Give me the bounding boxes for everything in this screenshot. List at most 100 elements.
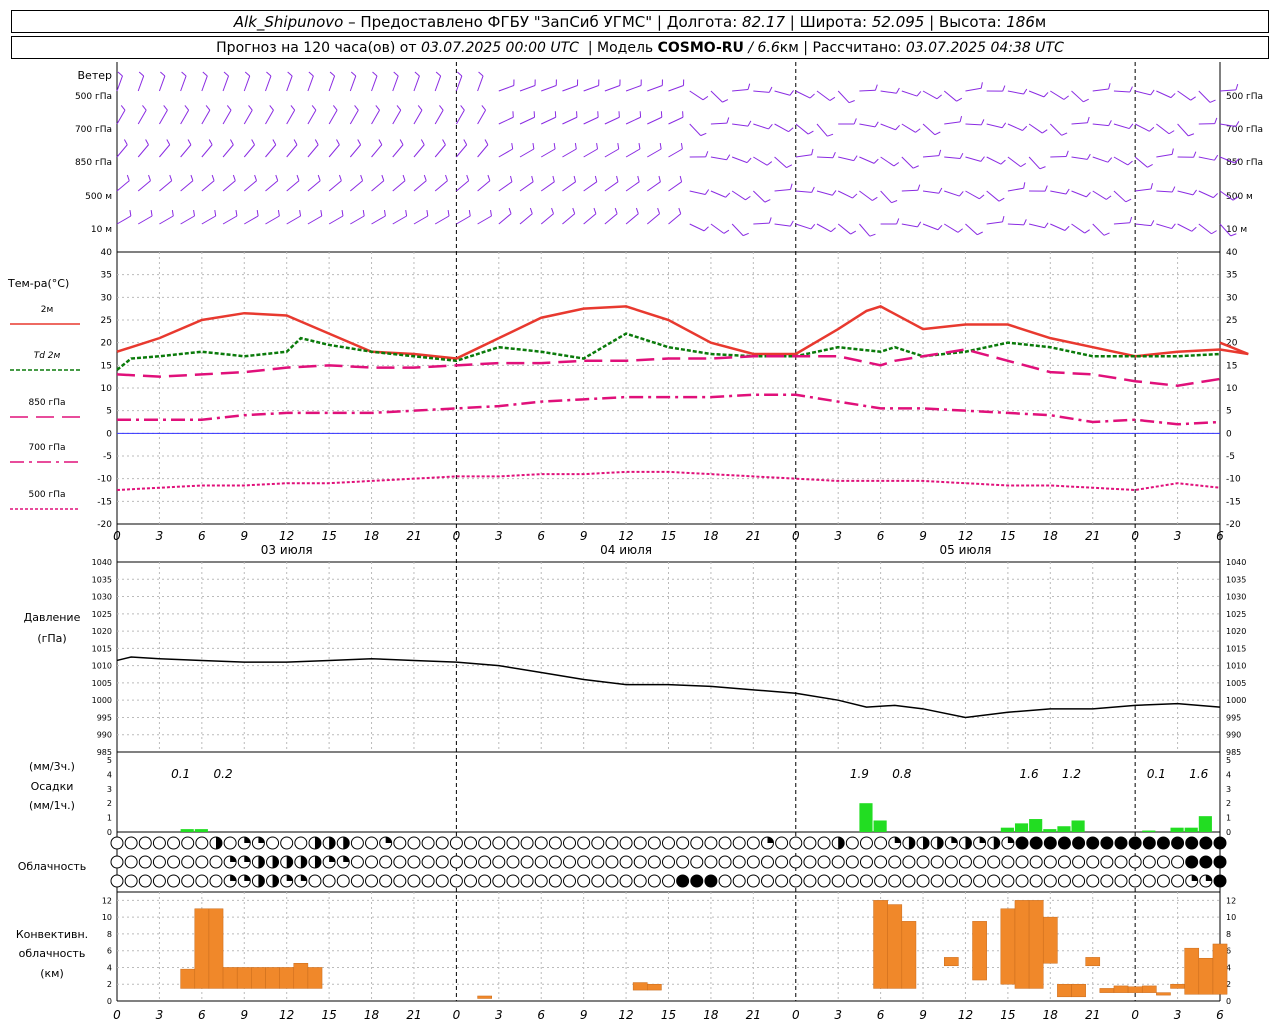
wind-barb [519,148,535,158]
cloud-cover-quarter [286,875,293,881]
wind-barb-flag [1171,148,1174,155]
wind-barb-flag [980,82,983,89]
wind-barb [1177,223,1193,232]
cloud-cover-circle [958,874,972,888]
cloud-cover-circle [534,855,548,869]
wind-barb-flag [572,207,576,214]
wind-barb [986,123,1003,129]
cloud-cover-circle [647,836,661,850]
cloud-cover-circle [124,874,138,888]
cloud-cover-circle [1015,874,1029,888]
wind-barb-flag [226,105,232,111]
wind-barb [1050,90,1065,100]
cloud-cover-circle [506,855,520,869]
precip-bar [1029,819,1043,832]
wind-barb [774,90,791,96]
conv-cloud-bar [887,904,903,989]
cloud-cover-half [215,837,222,849]
wind-barb [498,116,514,125]
wind-barb [965,123,982,126]
cloud-cover-circle [110,855,124,869]
conv-tick-right: 10 [1226,913,1236,922]
wind-barb-flag [439,105,444,111]
cloud-cover-circle [944,855,958,869]
wind-barb-flag [277,209,280,217]
wind-barb [137,109,147,125]
wind-barb [943,223,959,233]
wind-barb [434,109,444,125]
wind-barb-flag [145,139,149,145]
wind-barb [265,75,272,92]
cloud-cover-circle [859,836,873,850]
wind-barb [922,90,938,100]
cloud-cover-circle [152,836,166,850]
wind-barb [116,215,132,225]
cloud-cover-half [838,837,845,849]
wind-barb [180,180,194,192]
hour-tick-label-bottom: 21 [746,1008,761,1022]
wind-barb [137,75,145,92]
wind-barb [328,144,340,158]
hour-tick-label: 0 [453,529,461,543]
wind-barb [731,190,746,201]
hour-tick-label: 6 [1216,529,1224,543]
pressure-tick-left: 995 [97,713,112,722]
cloud-cover-circle [464,836,478,850]
wind-barb-flag [531,175,534,182]
cloud-cover-circle [775,836,789,850]
wind-barb [286,109,296,125]
temp-tick-left: 15 [101,361,112,371]
wind-barb-flag [1188,133,1195,137]
wind-barb-flag [329,71,335,77]
cloud-cover-circle [407,836,421,850]
cloud-cover-circle [958,855,972,869]
precip-tick-right: 2 [1226,799,1231,808]
cloud-cover-circle [647,855,661,869]
precip-3h-total: 1.2 [1062,767,1081,781]
pressure-tick-right: 1040 [1226,558,1246,567]
wind-barb [880,90,897,94]
wind-barb [1156,123,1170,135]
hour-tick-label-bottom: 6 [1216,1008,1224,1022]
wind-barb-flag [1022,125,1028,131]
wind-barb [180,215,195,225]
wind-barb-flag [1065,188,1070,195]
wind-barb-flag [617,142,620,150]
wind-barb-flag [852,193,858,199]
pressure-tick-right: 990 [1226,731,1241,740]
wind-barb-flag [1149,126,1155,132]
temp-tick-right: 15 [1226,361,1237,371]
cloud-cover-circle [464,874,478,888]
wind-barb [265,180,279,192]
precip-3h-total: 1.9 [850,767,869,781]
hour-tick-label-bottom: 9 [580,1008,588,1022]
wind-barb-flag [1023,219,1027,226]
cloud-cover-circle [167,855,181,869]
cloud-cover-circle [1100,874,1114,888]
wind-barb-flag [1001,122,1007,129]
cloud-cover-circle [195,855,209,869]
cloud-cover-half [258,856,265,868]
temp-tick-left: -15 [97,497,112,507]
wind-barb-flag [747,83,751,90]
hour-tick-label-bottom: 3 [1174,1008,1182,1022]
cloud-cover-circle [817,836,831,850]
pressure-tick-right: 995 [1226,713,1241,722]
hour-tick-label: 0 [1131,529,1139,543]
hour-tick-label: 3 [834,529,842,543]
wind-barb [710,156,727,161]
wind-barb [244,215,259,225]
hour-tick-label: 15 [661,529,676,543]
conv-cloud-bar [236,967,252,989]
wind-barb [646,213,660,225]
cloud-cover-full [1058,837,1071,849]
wind-barb [880,123,896,131]
pressure-tick-right: 1000 [1226,696,1246,705]
conv-cloud-bar [1028,900,1044,989]
wind-barb-flag [959,191,964,197]
cloud-cover-circle [845,874,859,888]
wind-barb-flag [768,217,772,224]
precip-bar [194,829,208,832]
wind-barb [710,90,723,103]
wind-barb [689,190,706,195]
